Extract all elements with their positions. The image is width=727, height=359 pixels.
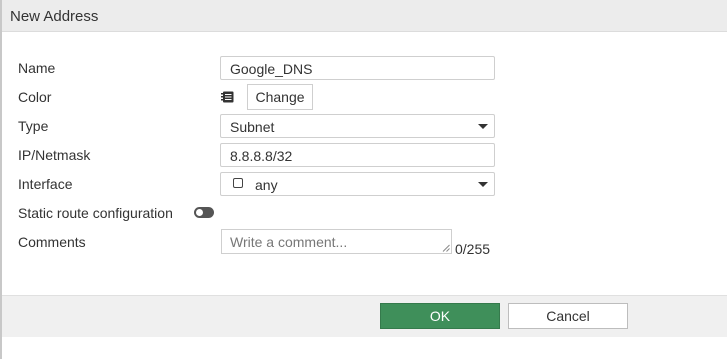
change-color-button[interactable]: Change [247, 84, 313, 110]
comments-label: Comments [18, 234, 86, 250]
color-swatch-icon [221, 91, 234, 103]
resize-grip-icon[interactable] [442, 244, 450, 252]
ip-netmask-label: IP/Netmask [18, 147, 91, 163]
comments-textarea[interactable]: Write a comment... [221, 229, 452, 254]
cancel-button[interactable]: Cancel [508, 303, 628, 329]
ip-netmask-value: 8.8.8.8/32 [230, 148, 293, 164]
name-input-value: Google_DNS [230, 61, 313, 77]
color-label: Color [18, 89, 52, 105]
ok-button[interactable]: OK [380, 303, 500, 329]
comments-character-counter: 0/255 [455, 241, 491, 257]
name-input[interactable]: Google_DNS [220, 56, 495, 80]
interface-select[interactable]: any [220, 172, 495, 196]
chevron-down-icon [478, 124, 488, 129]
static-route-toggle[interactable] [194, 207, 214, 218]
type-select-value: Subnet [230, 119, 275, 135]
type-label: Type [18, 118, 49, 134]
type-select[interactable]: Subnet [220, 114, 495, 138]
dialog-titlebar: New Address [2, 0, 727, 32]
chevron-down-icon [478, 182, 488, 187]
interface-checkbox-icon [233, 178, 243, 188]
static-route-label: Static route configuration [18, 205, 173, 221]
name-label: Name [18, 60, 56, 76]
interface-select-value: any [255, 177, 278, 193]
new-address-dialog: New Address Name Google_DNS Color Change… [0, 0, 727, 359]
comments-placeholder: Write a comment... [230, 234, 348, 250]
toggle-knob [196, 209, 203, 216]
ip-netmask-input[interactable]: 8.8.8.8/32 [220, 143, 495, 167]
interface-label: Interface [18, 176, 73, 192]
dialog-title: New Address [10, 8, 99, 25]
